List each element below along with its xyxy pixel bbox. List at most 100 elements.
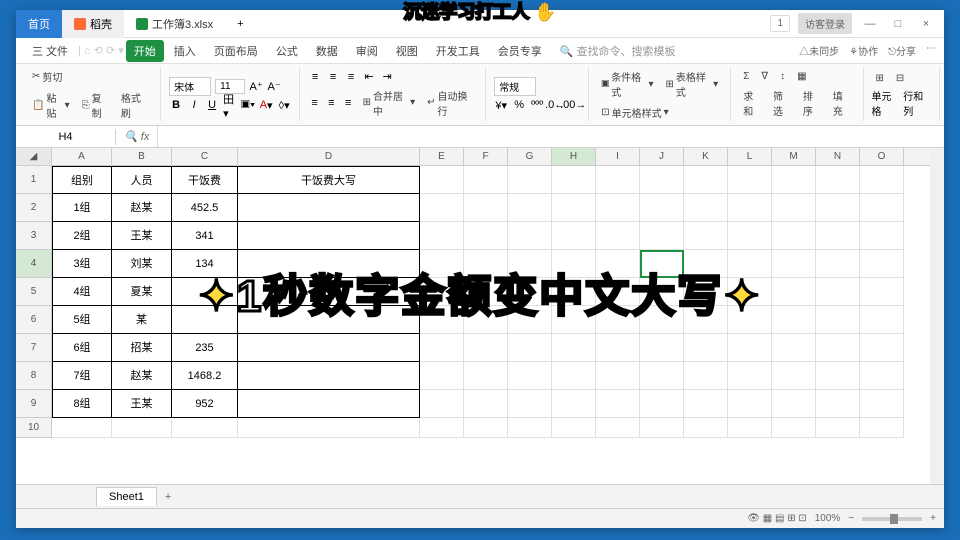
sum-button[interactable]: Σ [739, 69, 753, 84]
search-box[interactable]: 🔍 查找命令、搜索模板 [552, 40, 684, 62]
cell-button[interactable]: ⊞ [872, 71, 888, 86]
zoom-out[interactable]: − [848, 513, 854, 524]
highlight[interactable]: ◊▾ [277, 98, 291, 112]
minimize-button[interactable]: — [860, 18, 880, 30]
row-header[interactable]: 3 [16, 222, 52, 250]
cell[interactable] [596, 362, 640, 390]
menu-insert[interactable]: 插入 [166, 40, 204, 62]
cell[interactable]: 刘某 [112, 250, 172, 278]
cell[interactable]: 4组 [52, 278, 112, 306]
cell[interactable]: 某 [112, 306, 172, 334]
cell[interactable] [860, 250, 904, 278]
cell[interactable] [684, 334, 728, 362]
bold-button[interactable]: B [169, 98, 183, 112]
menu-vip[interactable]: 会员专享 [490, 40, 550, 62]
indent-dec[interactable]: ⇤ [362, 70, 376, 84]
row-header[interactable]: 7 [16, 334, 52, 362]
align-left[interactable]: ≡ [308, 96, 321, 110]
cell[interactable] [420, 362, 464, 390]
cell[interactable] [420, 194, 464, 222]
menu-start[interactable]: 开始 [126, 40, 164, 62]
cell[interactable] [772, 418, 816, 438]
cell[interactable]: 赵某 [112, 362, 172, 390]
filter-button[interactable]: ∇ [757, 69, 772, 84]
paste-button[interactable]: 📋粘贴▾ [28, 88, 74, 122]
zoom-in[interactable]: + [930, 513, 936, 524]
cell[interactable] [816, 362, 860, 390]
col-I[interactable]: I [596, 148, 640, 165]
cell[interactable] [552, 222, 596, 250]
number-format[interactable]: 常规 [494, 77, 536, 96]
row-header[interactable]: 1 [16, 166, 52, 194]
shrink-font[interactable]: A⁻ [267, 80, 281, 94]
maximize-button[interactable]: □ [888, 18, 908, 30]
cell[interactable] [552, 390, 596, 418]
cell[interactable] [860, 334, 904, 362]
cell[interactable] [860, 166, 904, 194]
cell[interactable] [464, 362, 508, 390]
cell[interactable]: 5组 [52, 306, 112, 334]
cell[interactable] [420, 334, 464, 362]
cell[interactable] [860, 306, 904, 334]
cell[interactable] [684, 222, 728, 250]
rowcol-button[interactable]: ⊟ [892, 71, 908, 86]
italic-button[interactable]: I [187, 98, 201, 112]
cell[interactable]: 6组 [52, 334, 112, 362]
col-J[interactable]: J [640, 148, 684, 165]
cell[interactable] [816, 166, 860, 194]
fill-button[interactable]: ▦ [793, 69, 810, 84]
cell[interactable] [420, 390, 464, 418]
cell[interactable]: 952 [172, 390, 238, 418]
cell[interactable] [508, 334, 552, 362]
cell[interactable] [596, 390, 640, 418]
cell[interactable] [52, 418, 112, 438]
cell[interactable] [640, 194, 684, 222]
col-F[interactable]: F [464, 148, 508, 165]
cell[interactable] [508, 194, 552, 222]
row-header[interactable]: 4 [16, 250, 52, 278]
cell[interactable]: 干饭费 [172, 166, 238, 194]
col-B[interactable]: B [112, 148, 172, 165]
cell[interactable]: 组别 [52, 166, 112, 194]
cell[interactable] [684, 418, 728, 438]
cell[interactable] [816, 222, 860, 250]
sheet-tab[interactable]: Sheet1 [96, 487, 157, 506]
login-button[interactable]: 访客登录 [798, 13, 852, 34]
cell[interactable] [640, 362, 684, 390]
add-sheet[interactable]: + [157, 488, 179, 506]
cell[interactable] [816, 194, 860, 222]
border-button[interactable]: 田▾ [223, 98, 237, 112]
comma[interactable]: ººº [530, 98, 544, 112]
formula-input[interactable] [157, 126, 944, 147]
menu-view[interactable]: 视图 [388, 40, 426, 62]
dec-decimal[interactable]: .00→ [566, 98, 580, 112]
row-header[interactable]: 6 [16, 306, 52, 334]
cell[interactable] [238, 362, 420, 390]
cell[interactable] [508, 418, 552, 438]
cell[interactable] [728, 166, 772, 194]
cell[interactable] [508, 166, 552, 194]
cell[interactable] [508, 362, 552, 390]
cell[interactable] [772, 306, 816, 334]
cell[interactable] [420, 222, 464, 250]
cell[interactable] [552, 334, 596, 362]
cell[interactable] [728, 194, 772, 222]
font-select[interactable]: 宋体 [169, 77, 211, 96]
cell[interactable] [172, 418, 238, 438]
cell[interactable]: 235 [172, 334, 238, 362]
cell[interactable] [860, 194, 904, 222]
col-A[interactable]: A [52, 148, 112, 165]
cell[interactable] [552, 166, 596, 194]
menu-layout[interactable]: 页面布局 [206, 40, 266, 62]
cell[interactable] [238, 334, 420, 362]
col-M[interactable]: M [772, 148, 816, 165]
collab-button[interactable]: ⚘协作 [849, 43, 878, 58]
cell[interactable]: 1468.2 [172, 362, 238, 390]
col-O[interactable]: O [860, 148, 904, 165]
cell[interactable] [640, 334, 684, 362]
cell[interactable] [684, 390, 728, 418]
cell[interactable] [728, 362, 772, 390]
cell[interactable]: 3组 [52, 250, 112, 278]
cell[interactable] [238, 222, 420, 250]
cell[interactable] [238, 194, 420, 222]
